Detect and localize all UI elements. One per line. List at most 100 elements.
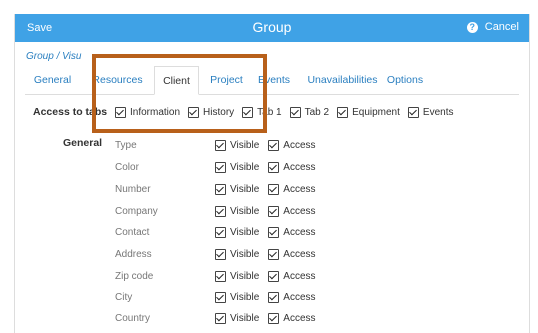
checkbox-checked-icon[interactable] (215, 270, 226, 282)
checkbox-checked-icon[interactable] (268, 312, 280, 324)
visible-label: Visible (230, 161, 260, 173)
tab-options[interactable]: Options (385, 66, 425, 94)
checkbox-label: Tab 1 (257, 106, 282, 118)
checkbox-checked-icon[interactable] (215, 183, 226, 195)
checkbox-label: History (203, 106, 235, 118)
field-name: Country (115, 312, 151, 324)
tab-bar: General Resources Client Project Events … (25, 66, 519, 95)
tab-events[interactable]: Events (253, 66, 295, 94)
field-row-color: Color Visible Access (115, 160, 325, 174)
access-checkbox[interactable]: Access (268, 205, 316, 217)
field-name: City (115, 291, 133, 303)
access-checkbox[interactable]: Access (268, 139, 316, 151)
tab-unavailabilities[interactable]: Unavailabilities (305, 66, 380, 94)
checkbox-label: Equipment (352, 106, 400, 118)
checkbox-checked-icon[interactable] (407, 106, 419, 118)
checkbox-checked-icon[interactable] (215, 161, 226, 173)
visible-label: Visible (230, 139, 260, 151)
tab-resources[interactable]: Resources (85, 66, 150, 94)
checkbox-checked-icon[interactable] (242, 106, 254, 118)
checkbox-checked-icon[interactable] (215, 205, 226, 217)
checkbox-checked-icon[interactable] (268, 205, 280, 217)
visible-label: Visible (230, 312, 260, 324)
field-row-number: Number Visible Access (115, 182, 325, 196)
checkbox-checked-icon[interactable] (215, 139, 226, 151)
visible-label: Visible (230, 270, 260, 282)
access-information[interactable]: Information (115, 106, 180, 118)
checkbox-checked-icon[interactable] (268, 226, 280, 238)
field-row-country: Country Visible Access (115, 311, 325, 325)
visible-checkbox[interactable]: Visible (215, 312, 260, 324)
tab-general[interactable]: General (25, 66, 80, 94)
checkbox-checked-icon[interactable] (268, 248, 280, 260)
cancel-button[interactable]: ? Cancel (466, 21, 519, 33)
visible-checkbox[interactable]: Visible (215, 205, 260, 217)
visible-checkbox[interactable]: Visible (215, 291, 260, 303)
access-checkbox[interactable]: Access (268, 270, 316, 282)
field-name: Number (115, 183, 151, 195)
access-label: Access (283, 270, 316, 282)
checkbox-checked-icon[interactable] (268, 183, 280, 195)
checkbox-checked-icon[interactable] (268, 139, 280, 151)
access-label: Access (283, 139, 316, 151)
tab-client[interactable]: Client (154, 66, 199, 95)
access-checkbox[interactable]: Access (268, 161, 316, 173)
field-row-address: Address Visible Access (115, 247, 325, 261)
access-label: Access (283, 291, 316, 303)
field-name: Type (115, 139, 137, 151)
access-tab-2[interactable]: Tab 2 (289, 106, 330, 118)
access-checkbox[interactable]: Access (268, 291, 316, 303)
access-label: Access (283, 161, 316, 173)
access-equipment[interactable]: Equipment (337, 106, 400, 118)
access-label: Access (283, 226, 316, 238)
field-row-zip-code: Zip code Visible Access (115, 269, 325, 283)
field-name: Contact (115, 226, 150, 238)
visible-checkbox[interactable]: Visible (215, 226, 260, 238)
field-name: Company (115, 205, 158, 217)
visible-checkbox[interactable]: Visible (215, 248, 259, 260)
visible-label: Visible (230, 226, 260, 238)
group-dialog: Save Group ? Cancel Group / Visu General… (14, 14, 530, 333)
field-row-city: City Visible Access (115, 290, 325, 304)
field-row-type: Type Visible Access (115, 138, 325, 152)
access-label: Access (283, 205, 316, 217)
field-name: Color (115, 161, 139, 173)
checkbox-checked-icon[interactable] (115, 106, 126, 118)
checkbox-checked-icon[interactable] (289, 106, 301, 118)
question-circle-icon: ? (466, 21, 478, 33)
checkbox-checked-icon[interactable] (215, 312, 226, 324)
checkbox-checked-icon[interactable] (337, 106, 349, 118)
access-label: Access (283, 248, 316, 260)
visible-label: Visible (230, 291, 260, 303)
visible-checkbox[interactable]: Visible (215, 139, 260, 151)
breadcrumb[interactable]: Group / Visu (26, 51, 81, 62)
checkbox-checked-icon[interactable] (268, 161, 280, 173)
title-bar: Save Group ? Cancel (15, 14, 529, 42)
access-to-tabs-label: Access to tabs (33, 106, 108, 118)
access-checkbox[interactable]: Access (268, 226, 316, 238)
visible-checkbox[interactable]: Visible (215, 183, 260, 195)
checkbox-checked-icon[interactable] (215, 226, 226, 238)
visible-checkbox[interactable]: Visible (215, 161, 260, 173)
dialog-title: Group (252, 19, 292, 35)
visible-label: Visible (230, 183, 260, 195)
cancel-label: Cancel (484, 21, 519, 33)
access-checkbox[interactable]: Access (268, 183, 316, 195)
checkbox-checked-icon[interactable] (188, 106, 200, 118)
checkbox-checked-icon[interactable] (268, 270, 280, 282)
checkbox-checked-icon[interactable] (215, 248, 226, 260)
checkbox-checked-icon[interactable] (215, 291, 226, 303)
field-row-company: Company Visible Access (115, 204, 325, 218)
access-events[interactable]: Events (407, 106, 453, 118)
checkbox-checked-icon[interactable] (268, 291, 280, 303)
visible-label: Visible (230, 205, 260, 217)
visible-checkbox[interactable]: Visible (215, 270, 260, 282)
access-label: Access (283, 183, 316, 195)
access-to-tabs-row: Access to tabs Information History Tab 1… (33, 105, 461, 119)
checkbox-label: Tab 2 (304, 106, 330, 118)
access-checkbox[interactable]: Access (268, 312, 316, 324)
access-tab-1[interactable]: Tab 1 (242, 106, 282, 118)
tab-project[interactable]: Project (205, 66, 248, 94)
access-history[interactable]: History (188, 106, 235, 118)
access-checkbox[interactable]: Access (268, 248, 316, 260)
